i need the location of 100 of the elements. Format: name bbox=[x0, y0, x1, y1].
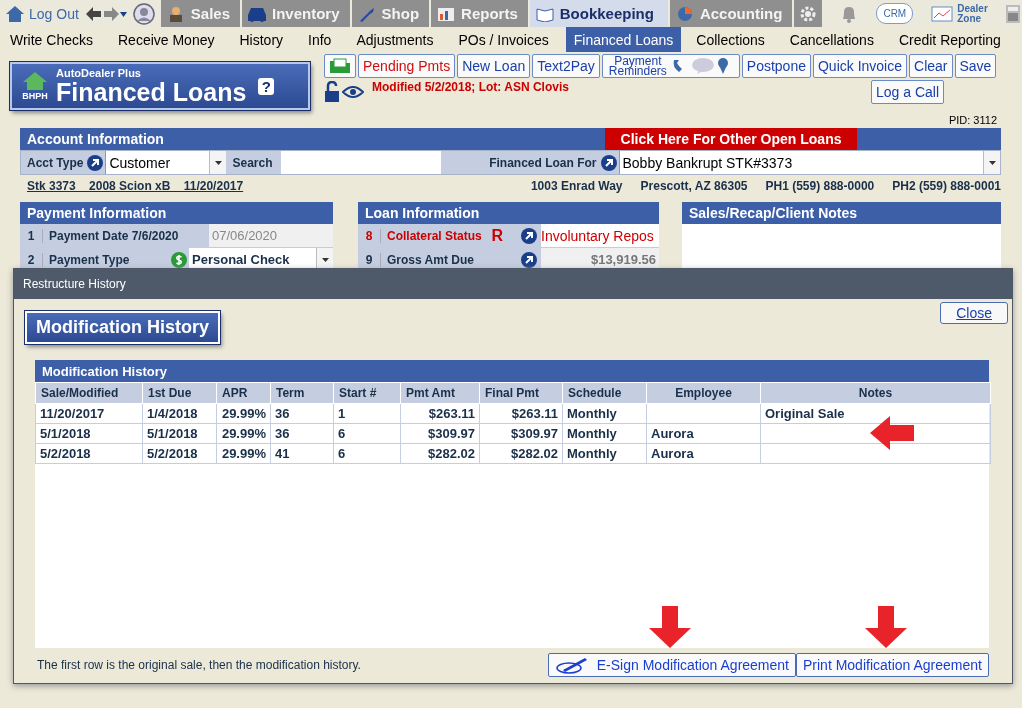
car-icon bbox=[248, 5, 267, 22]
table-cell: 36 bbox=[270, 423, 334, 444]
chart-icon bbox=[931, 4, 954, 23]
page-title: Financed Loans bbox=[56, 79, 247, 105]
table-cell: Aurora bbox=[646, 443, 761, 464]
table-cell: Aurora bbox=[646, 423, 761, 444]
contact-info: Prescott, AZ 86305 bbox=[640, 179, 748, 193]
folder-button[interactable] bbox=[324, 54, 356, 78]
unlock-icon[interactable] bbox=[324, 81, 340, 103]
book-icon bbox=[535, 5, 554, 22]
toolbar-button[interactable]: Postpone bbox=[741, 54, 811, 78]
status-letter: R bbox=[491, 226, 503, 245]
dialog-heading: Modification History bbox=[25, 311, 220, 344]
menu-tab[interactable]: Receive Money bbox=[110, 27, 223, 52]
annotation-arrow bbox=[870, 416, 914, 450]
table-cell: 6 bbox=[333, 423, 401, 444]
column-header: Term bbox=[270, 382, 334, 404]
dollar-icon bbox=[171, 251, 187, 268]
close-button[interactable]: Close bbox=[940, 302, 1008, 324]
table-cell: 5/2/2018 bbox=[35, 443, 143, 464]
table-cell: $263.11 bbox=[400, 403, 480, 424]
menu-tab[interactable]: Adjustments bbox=[348, 27, 442, 52]
table-cell: $309.97 bbox=[400, 423, 480, 444]
annotation-arrow bbox=[648, 606, 691, 648]
back-forward-icon[interactable] bbox=[84, 5, 127, 22]
brand-label: AutoDealer Plus bbox=[56, 67, 142, 79]
status-message: Modified 5/2/2018; Lot: ASN Clovis bbox=[372, 80, 569, 94]
menu-tab[interactable]: POs / Invoices bbox=[450, 27, 557, 52]
column-header: Employee bbox=[646, 382, 761, 404]
log-call-button[interactable]: Log a Call bbox=[870, 80, 944, 104]
table-cell: 1/4/2018 bbox=[142, 403, 217, 424]
crm-button[interactable]: CRM bbox=[876, 3, 914, 24]
table-cell: 36 bbox=[270, 403, 334, 424]
toolbar-button[interactable]: Text2Pay bbox=[532, 54, 600, 78]
pid-label: PID: 3112 bbox=[948, 114, 997, 128]
dialog-title: Restructure History bbox=[23, 277, 126, 291]
toolbar-button[interactable]: Clear bbox=[909, 54, 953, 78]
row-number: 9 bbox=[358, 252, 381, 267]
column-header: Start # bbox=[333, 382, 401, 404]
contact-info: PH2 (559) 888-0001 bbox=[892, 179, 1001, 193]
toolbar-button[interactable]: Pending Pmts bbox=[358, 54, 456, 78]
section-header: Sales/Recap/Client Notes bbox=[682, 202, 1001, 224]
table-cell: $282.02 bbox=[479, 443, 563, 464]
row-number: 1 bbox=[20, 228, 43, 243]
table-cell: 11/20/2017 bbox=[35, 403, 143, 424]
column-header: Pmt Amt bbox=[400, 382, 480, 404]
pen-signature-icon bbox=[554, 656, 589, 674]
table-cell: Monthly bbox=[562, 423, 647, 444]
table-cell: $309.97 bbox=[479, 423, 563, 444]
home-icon bbox=[5, 4, 25, 23]
row-number: 8 bbox=[358, 228, 381, 243]
eye-icon[interactable] bbox=[342, 85, 364, 99]
section-header: Payment Information bbox=[20, 202, 333, 224]
field-label: Payment Date 7/6/2020 bbox=[48, 228, 180, 243]
table-cell: 5/2/2018 bbox=[142, 443, 217, 464]
field-label: Collateral Status bbox=[386, 228, 483, 243]
toolbar-button[interactable]: Payment Reminders bbox=[601, 54, 740, 78]
nav-tab[interactable]: Bookkeeping bbox=[529, 0, 668, 27]
help-button[interactable]: ? bbox=[258, 77, 275, 95]
vehicle-link[interactable]: Stk 3373 2008 Scion xB 11/20/2017 bbox=[27, 179, 244, 193]
row-number: 2 bbox=[20, 252, 43, 267]
table-cell: Monthly bbox=[562, 443, 647, 464]
menu-tab[interactable]: Info bbox=[300, 27, 340, 52]
column-header: Final Pmt bbox=[479, 382, 563, 404]
table-title: Modification History bbox=[35, 360, 989, 382]
section-header: Loan Information bbox=[358, 202, 659, 224]
menu-tab[interactable]: Cancellations bbox=[781, 27, 882, 52]
caret-icon bbox=[321, 257, 329, 262]
other-loans-button[interactable]: Click Here For Other Open Loans bbox=[605, 128, 857, 150]
logout-link[interactable]: Log Out bbox=[5, 4, 79, 23]
column-header: APR bbox=[216, 382, 271, 404]
user-icon[interactable] bbox=[132, 2, 155, 25]
settings-icon[interactable] bbox=[794, 0, 823, 27]
menu-tab[interactable]: Write Checks bbox=[2, 27, 101, 52]
go-icon[interactable] bbox=[521, 251, 537, 268]
toolbar-button[interactable]: New Loan bbox=[457, 54, 531, 78]
toolbar-button[interactable]: Save bbox=[954, 54, 997, 78]
pie-chart-icon bbox=[675, 5, 694, 22]
table-cell: $282.02 bbox=[400, 443, 480, 464]
field-label: Gross Amt Due bbox=[386, 252, 475, 267]
menu-tab[interactable]: Credit Reporting bbox=[890, 27, 1009, 52]
toolbar-button[interactable]: Quick Invoice bbox=[813, 54, 908, 78]
table-cell: 1 bbox=[333, 403, 401, 424]
field-value: Involuntary Repos bbox=[541, 224, 659, 247]
column-header: Sale/Modified bbox=[35, 382, 143, 404]
contact-info: PH1 (559) 888-0000 bbox=[765, 179, 875, 193]
dealer-zone-button[interactable]: Dealer Zone bbox=[931, 3, 994, 24]
table-cell: 29.99% bbox=[216, 423, 271, 444]
table-cell: 5/1/2018 bbox=[142, 423, 217, 444]
table-cell: 29.99% bbox=[216, 403, 271, 424]
go-icon[interactable] bbox=[521, 227, 537, 244]
calculator-icon[interactable] bbox=[1005, 3, 1022, 24]
table-cell: 41 bbox=[270, 443, 334, 464]
menu-tab[interactable]: Collections bbox=[688, 27, 773, 52]
table-cell: Monthly bbox=[562, 403, 647, 424]
chart-icon bbox=[437, 5, 456, 22]
contact-info: 1003 Enrad Way bbox=[530, 179, 623, 193]
table-cell: 29.99% bbox=[216, 443, 271, 464]
menu-tab[interactable]: Financed Loans bbox=[565, 27, 682, 52]
menu-tab[interactable]: History bbox=[231, 27, 292, 52]
